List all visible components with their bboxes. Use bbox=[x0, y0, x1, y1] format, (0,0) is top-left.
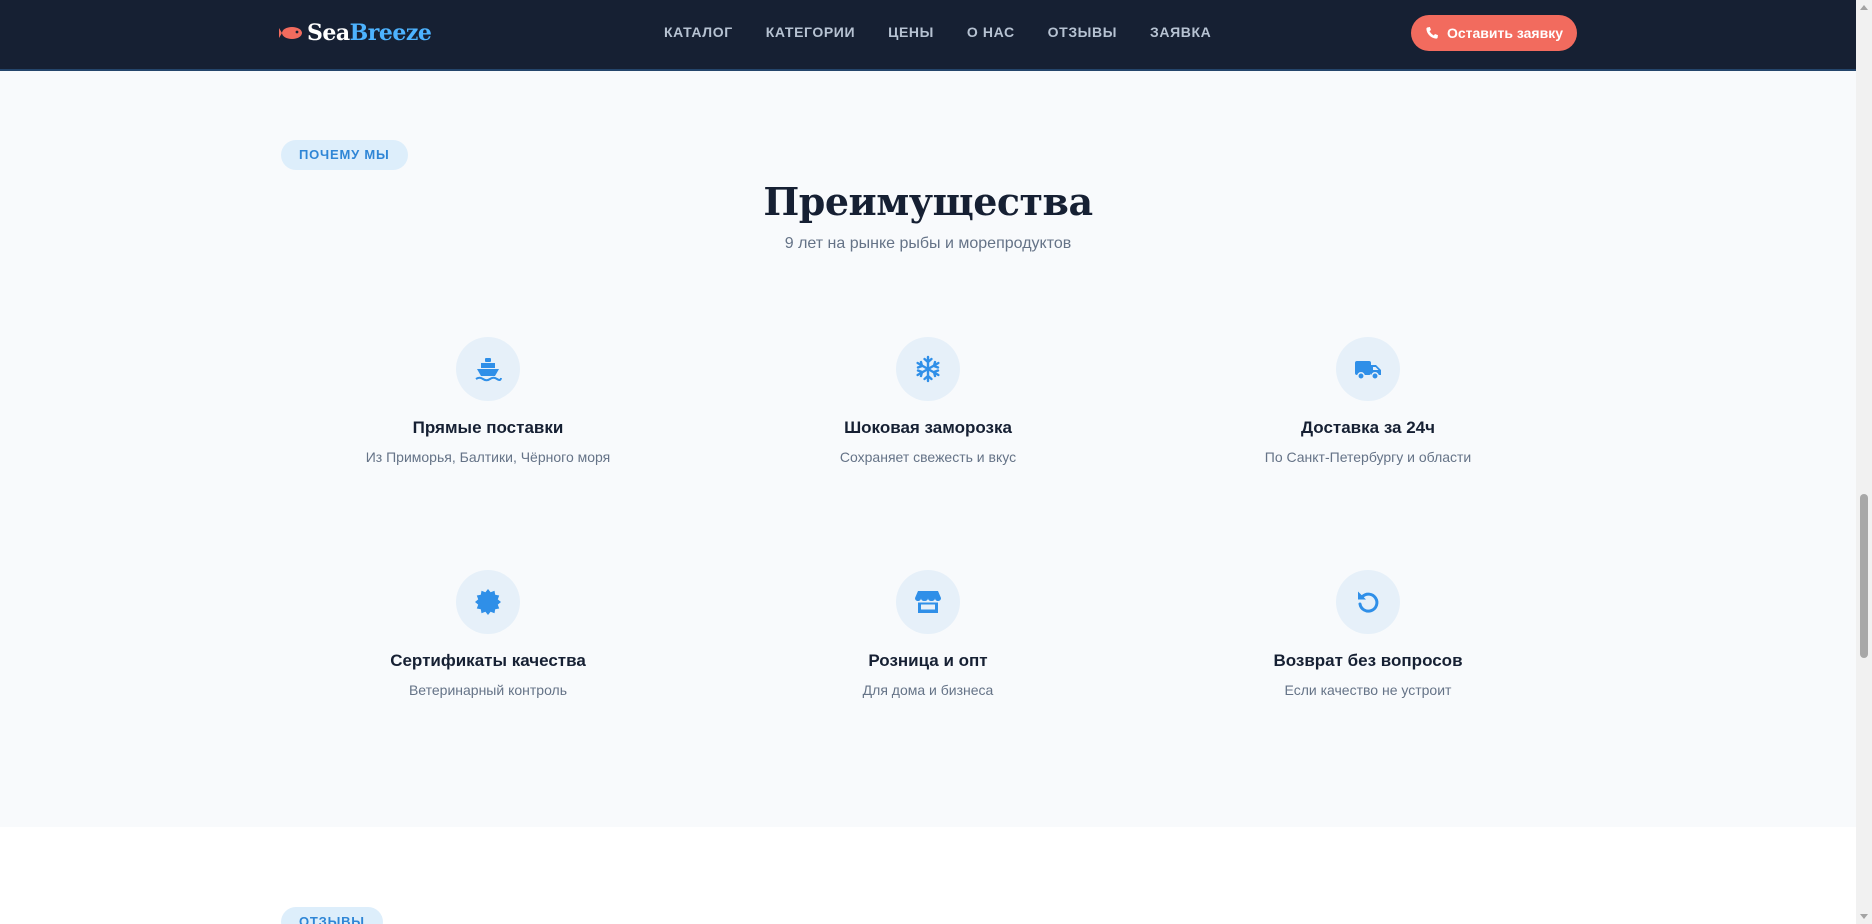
feature-title: Доставка за 24ч bbox=[1300, 418, 1436, 437]
site-header: SeaBreeze КАТАЛОГ КАТЕГОРИИ ЦЕНЫ О НАС О… bbox=[0, 0, 1856, 71]
feature-icon-circle bbox=[1336, 337, 1400, 401]
fish-icon bbox=[279, 27, 302, 39]
feature-title: Возврат без вопросов bbox=[1273, 651, 1463, 670]
snowflake-icon bbox=[916, 355, 940, 383]
certificate-icon bbox=[475, 589, 501, 615]
page-scrollbar[interactable] bbox=[1856, 0, 1872, 924]
main-nav: КАТАЛОГ КАТЕГОРИИ ЦЕНЫ О НАС ОТЗЫВЫ ЗАЯВ… bbox=[664, 24, 1244, 40]
feature-icon-circle bbox=[456, 570, 520, 634]
logo-sea: Sea bbox=[307, 20, 350, 46]
nav-item-request[interactable]: ЗАЯВКА bbox=[1150, 24, 1211, 40]
feature-card: Прямые поставки Из Приморья, Балтики, Чё… bbox=[278, 337, 698, 465]
feature-card: Шоковая заморозка Сохраняет свежесть и в… bbox=[718, 337, 1138, 465]
nav-item-about[interactable]: О НАС bbox=[967, 24, 1015, 40]
feature-card: Доставка за 24ч По Санкт-Петербургу и об… bbox=[1158, 337, 1578, 465]
section-pill-reviews: ОТЗЫВЫ bbox=[281, 907, 383, 924]
logo-text: SeaBreeze bbox=[307, 20, 432, 46]
scrollbar-thumb[interactable] bbox=[1860, 494, 1868, 658]
feature-title: Прямые поставки bbox=[412, 418, 564, 437]
section-pill-why-us: ПОЧЕМУ МЫ bbox=[281, 140, 408, 170]
feature-icon-circle bbox=[1336, 570, 1400, 634]
nav-item-reviews[interactable]: ОТЗЫВЫ bbox=[1048, 24, 1117, 40]
ship-icon bbox=[475, 358, 502, 382]
feature-card: Возврат без вопросов Если качество не ус… bbox=[1158, 570, 1578, 698]
feature-icon-circle bbox=[896, 570, 960, 634]
feature-description: Для дома и бизнеса bbox=[862, 682, 994, 698]
undo-icon bbox=[1358, 591, 1379, 613]
feature-description: По Санкт-Петербургу и области bbox=[1264, 449, 1472, 465]
nav-item-prices[interactable]: ЦЕНЫ bbox=[888, 24, 934, 40]
logo[interactable]: SeaBreeze bbox=[279, 20, 432, 46]
feature-card: Сертификаты качества Ветеринарный контро… bbox=[278, 570, 698, 698]
scroll-down-arrow-icon[interactable] bbox=[1860, 914, 1868, 919]
feature-icon-circle bbox=[456, 337, 520, 401]
feature-description: Из Приморья, Балтики, Чёрного моря bbox=[365, 449, 611, 465]
feature-description: Ветеринарный контроль bbox=[408, 682, 568, 698]
truck-icon bbox=[1355, 361, 1381, 380]
nav-item-categories[interactable]: КАТЕГОРИИ bbox=[766, 24, 855, 40]
section-title: Преимущества bbox=[763, 179, 1093, 224]
scroll-up-arrow-icon[interactable] bbox=[1860, 5, 1868, 10]
reviews-section: ОТЗЫВЫ bbox=[0, 827, 1856, 924]
feature-title: Розница и опт bbox=[868, 651, 988, 670]
leave-request-button[interactable]: Оставить заявку bbox=[1411, 15, 1577, 51]
feature-description: Сохраняет свежесть и вкус bbox=[839, 449, 1017, 465]
store-icon bbox=[915, 591, 941, 613]
section-subtitle: 9 лет на рынке рыбы и морепродуктов bbox=[784, 235, 1072, 252]
leave-request-label: Оставить заявку bbox=[1446, 25, 1563, 41]
feature-description: Если качество не устроит bbox=[1284, 682, 1452, 698]
logo-breeze: Breeze bbox=[349, 20, 432, 46]
phone-icon bbox=[1426, 27, 1438, 39]
feature-card: Розница и опт Для дома и бизнеса bbox=[718, 570, 1138, 698]
advantages-section: ПОЧЕМУ МЫ Преимущества 9 лет на рынке ры… bbox=[0, 73, 1856, 827]
nav-item-catalog[interactable]: КАТАЛОГ bbox=[664, 24, 733, 40]
feature-title: Сертификаты качества bbox=[390, 651, 586, 670]
feature-icon-circle bbox=[896, 337, 960, 401]
feature-title: Шоковая заморозка bbox=[844, 418, 1012, 437]
